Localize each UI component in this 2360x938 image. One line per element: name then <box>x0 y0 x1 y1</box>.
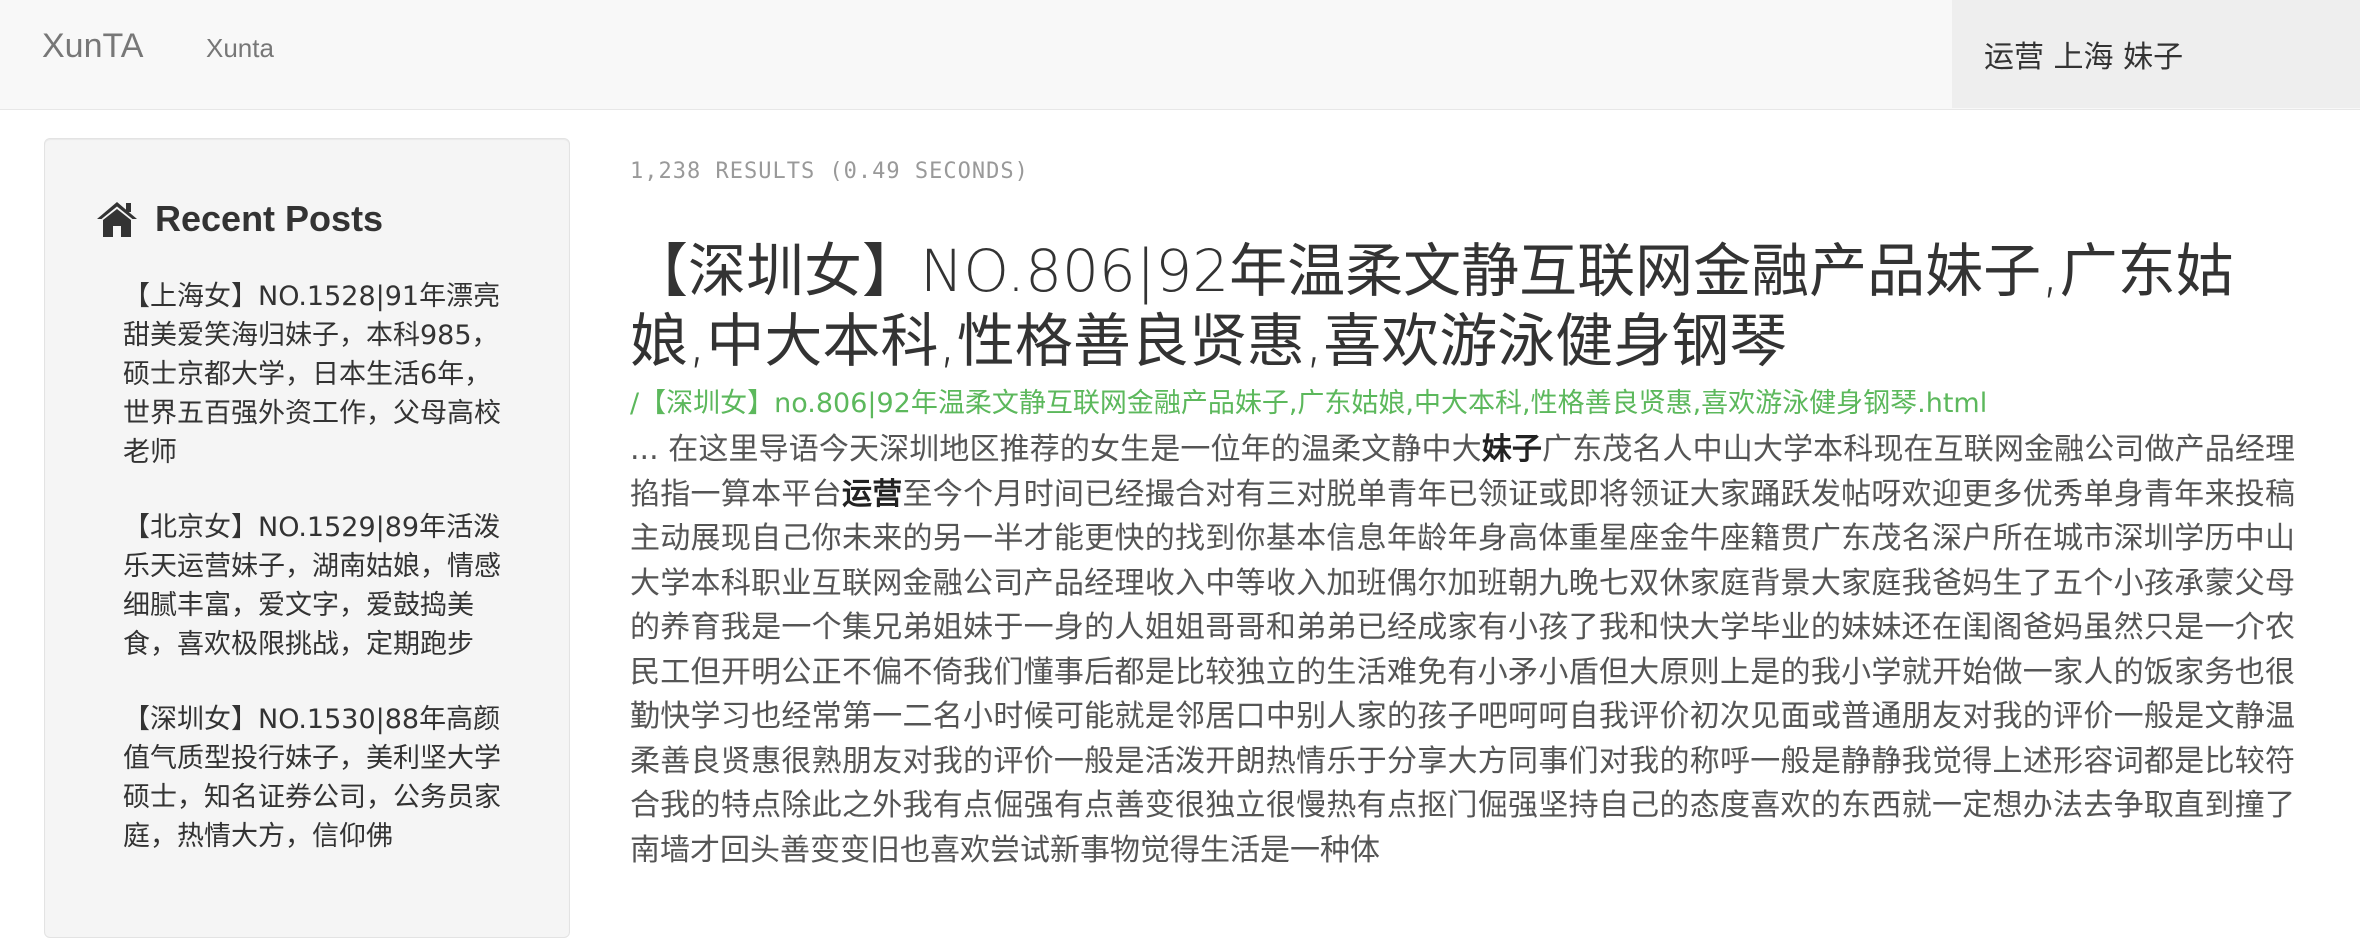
result-snippet: ... 在这里导语今天深圳地区推荐的女生是一位年的温柔文静中大妹子广东茂名人中山… <box>630 428 2295 873</box>
top-navbar: XunTA Xunta <box>0 0 2360 110</box>
recent-posts-heading: Recent Posts <box>95 195 383 243</box>
nav-link-xunta[interactable]: Xunta <box>206 30 274 66</box>
recent-post-link[interactable]: 【北京女】NO.1529|89年活泼乐天运营妹子，湖南姑娘，情感细腻丰富，爱文字… <box>123 508 513 664</box>
result-url-link[interactable]: /【深圳女】no.806|92年温柔文静互联网金融产品妹子,广东姑娘,中大本科,… <box>630 384 2295 424</box>
brand-logo-link[interactable]: XunTA <box>42 22 143 70</box>
snippet-highlight: 妹子 <box>1481 432 1542 467</box>
search-result: 【深圳女】NO.806|92年温柔文静互联网金融产品妹子,广东姑娘,中大本科,性… <box>630 236 2295 873</box>
search-input[interactable] <box>1952 0 2360 108</box>
recent-post-link[interactable]: 【上海女】NO.1528|91年漂亮甜美爱笑海归妹子，本科985，硕士京都大学，… <box>123 277 513 472</box>
results-stats: 1,238 RESULTS (0.49 SECONDS) <box>630 159 1029 184</box>
recent-posts-list: 【上海女】NO.1528|91年漂亮甜美爱笑海归妹子，本科985，硕士京都大学，… <box>123 277 513 892</box>
recent-posts-panel: Recent Posts 【上海女】NO.1528|91年漂亮甜美爱笑海归妹子，… <box>44 138 570 938</box>
snippet-text: ... 在这里导语今天深圳地区推荐的女生是一位年的温柔文静中大 <box>630 432 1482 467</box>
recent-posts-title: Recent Posts <box>155 198 384 239</box>
snippet-highlight: 运营 <box>841 476 903 512</box>
search-results: 1,238 RESULTS (0.49 SECONDS) 【深圳女】NO.806… <box>630 150 2295 873</box>
result-title-link[interactable]: 【深圳女】NO.806|92年温柔文静互联网金融产品妹子,广东姑娘,中大本科,性… <box>630 236 2295 376</box>
home-icon <box>97 202 137 237</box>
snippet-text: 至今个月时间已经撮合对有三对脱单青年已领证或即将领证大家踊跃发帖呀欢迎更多优秀单… <box>630 476 2296 868</box>
recent-post-link[interactable]: 【深圳女】NO.1530|88年高颜值气质型投行妹子，美利坚大学硕士，知名证券公… <box>123 700 513 856</box>
